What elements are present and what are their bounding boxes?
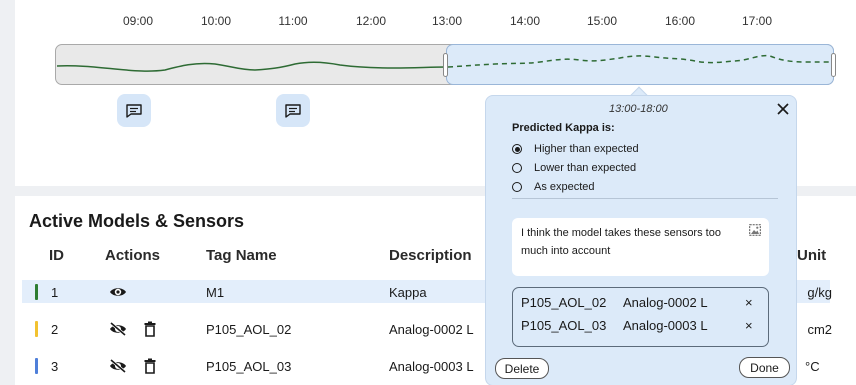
column-header-actions: Actions <box>105 247 161 264</box>
hour-label: 17:00 <box>741 14 773 28</box>
section-title: Active Models & Sensors <box>29 211 245 231</box>
row-tag: M1 <box>206 285 225 300</box>
range-end-handle[interactable] <box>831 53 836 77</box>
row-description: Analog-0003 L <box>389 359 474 374</box>
divider <box>512 198 778 199</box>
column-header-tag: Tag Name <box>206 247 277 264</box>
hour-label: 09:00 <box>122 14 154 28</box>
series-color-bar <box>35 321 38 337</box>
hour-label: 14:00 <box>509 14 541 28</box>
sensor-tag: P105_AOL_02 <box>521 295 607 310</box>
series-color-bar <box>35 358 38 374</box>
radio-label: Lower than expected <box>534 162 637 174</box>
range-start-handle[interactable] <box>443 53 448 77</box>
row-description: Kappa <box>389 285 427 300</box>
comment-text: I think the model takes these sensors to… <box>521 227 721 257</box>
column-header-description: Description <box>389 247 472 264</box>
done-button[interactable]: Done <box>739 357 790 378</box>
row-tag: P105_AOL_03 <box>206 359 292 374</box>
radio-label: As expected <box>534 181 595 193</box>
row-id: 1 <box>51 285 59 300</box>
popover-range: 13:00-18:00 <box>609 103 668 115</box>
radio-option-higher[interactable]: Higher than expected <box>512 143 639 155</box>
eye-icon[interactable] <box>109 285 127 301</box>
hour-label: 15:00 <box>586 14 618 28</box>
column-header-id: ID <box>49 247 64 264</box>
remove-sensor-button[interactable]: × <box>745 295 753 310</box>
sensor-description: Analog-0003 L <box>623 318 708 333</box>
hour-label: 11:00 <box>278 14 308 28</box>
hour-label: 12:00 <box>355 14 387 28</box>
radio-button[interactable] <box>512 182 522 192</box>
row-id: 3 <box>51 359 59 374</box>
eye-off-icon[interactable] <box>109 321 127 337</box>
series-color-bar <box>35 284 38 300</box>
delete-button[interactable]: Delete <box>495 358 549 379</box>
row-unit: °C <box>805 359 820 374</box>
row-tag: P105_AOL_02 <box>206 322 292 337</box>
eye-off-icon[interactable] <box>109 358 127 374</box>
sensor-description: Analog-0002 L <box>623 295 708 310</box>
trash-icon[interactable] <box>143 321 161 337</box>
radio-option-as-expected[interactable]: As expected <box>512 181 595 193</box>
radio-label: Higher than expected <box>534 143 639 155</box>
image-attach-icon[interactable] <box>749 223 761 236</box>
sensor-tag: P105_AOL_03 <box>521 318 607 333</box>
row-unit: g/kg <box>807 285 832 300</box>
radio-button[interactable] <box>512 144 522 154</box>
hour-label: 13:00 <box>431 14 463 28</box>
radio-button[interactable] <box>512 163 522 173</box>
trash-icon[interactable] <box>143 358 161 374</box>
comment-icon[interactable] <box>117 94 151 127</box>
hour-label: 16:00 <box>664 14 696 28</box>
column-header-unit: Unit <box>797 247 827 264</box>
close-icon[interactable] <box>774 100 792 118</box>
row-description: Analog-0002 L <box>389 322 474 337</box>
remove-sensor-button[interactable]: × <box>745 318 753 333</box>
hour-label: 10:00 <box>200 14 232 28</box>
row-id: 2 <box>51 322 59 337</box>
comment-icon[interactable] <box>276 94 310 127</box>
radio-option-lower[interactable]: Lower than expected <box>512 162 636 174</box>
popover-question: Predicted Kappa is: <box>512 122 615 134</box>
row-unit: cm2 <box>807 322 832 337</box>
